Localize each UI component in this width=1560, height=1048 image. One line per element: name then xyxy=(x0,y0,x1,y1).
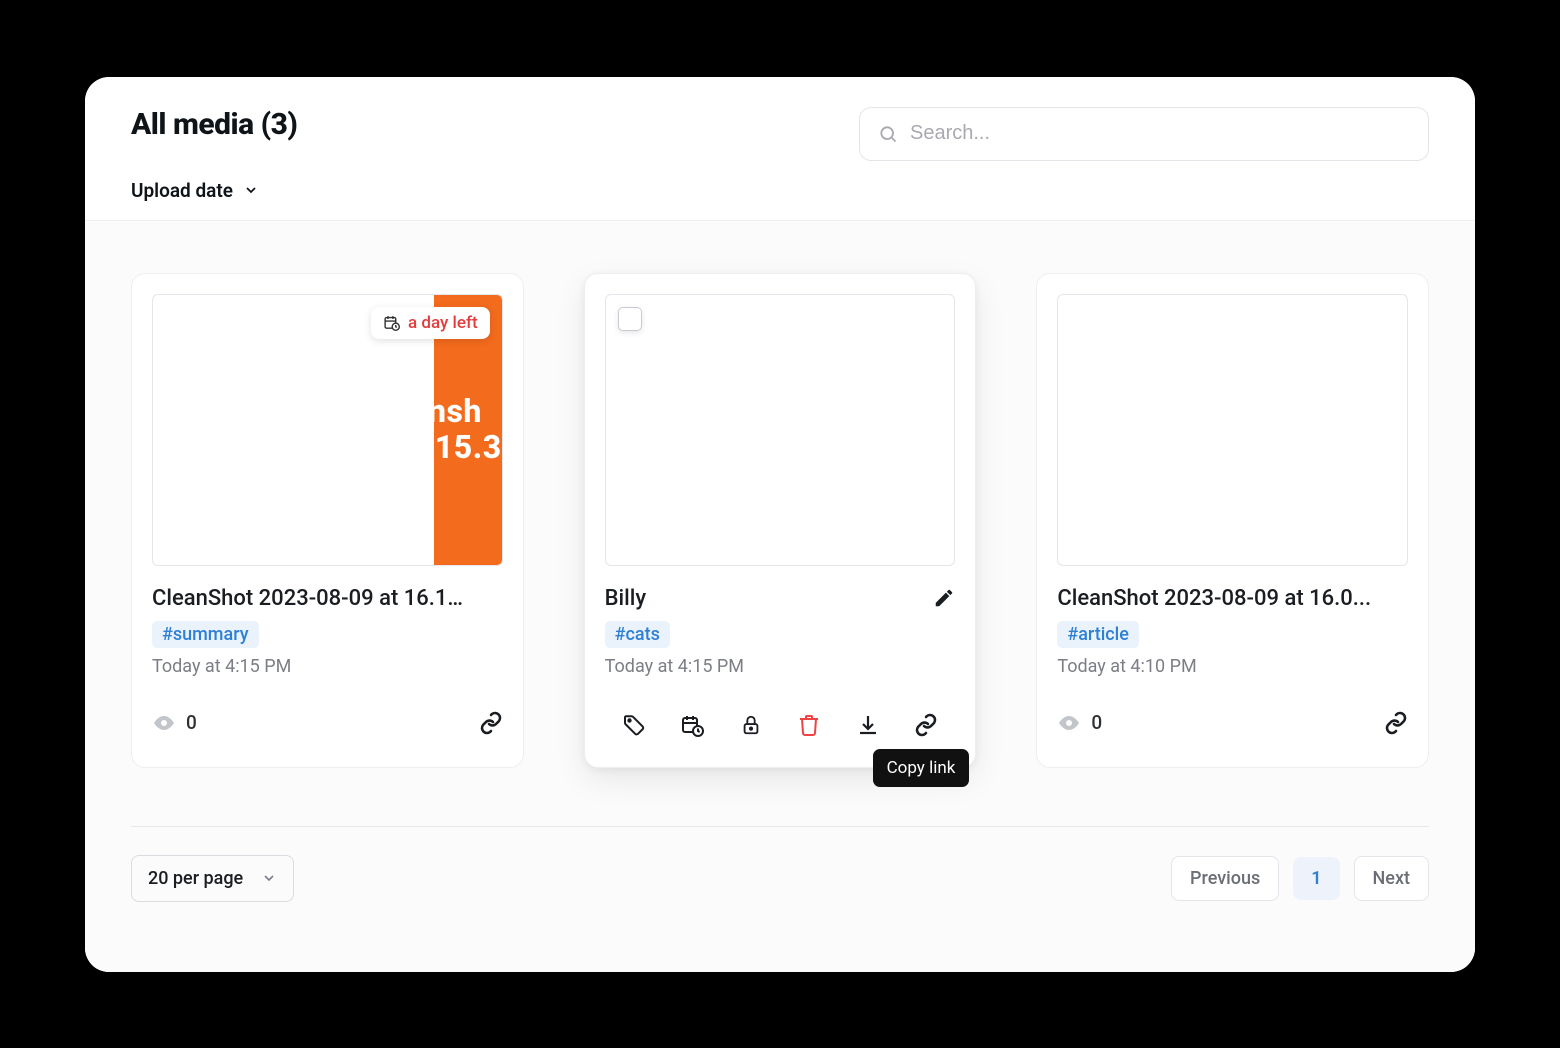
thumbnail[interactable] xyxy=(605,294,956,566)
sort-label: Upload date xyxy=(131,179,233,202)
expiry-badge: a day left xyxy=(371,307,490,339)
page-title: All media (3) xyxy=(131,107,297,142)
lock-button[interactable] xyxy=(731,705,771,745)
search-input[interactable] xyxy=(910,122,1410,145)
select-checkbox[interactable] xyxy=(618,307,642,331)
search-icon xyxy=(878,124,898,144)
pagination: Previous 1 Next xyxy=(1171,856,1429,901)
download-button[interactable] xyxy=(848,705,888,745)
tag[interactable]: #summary xyxy=(152,621,259,648)
chevron-down-icon xyxy=(243,182,259,198)
action-toolbar: Copy link xyxy=(605,705,956,745)
pagination-bar: 20 per page Previous 1 Next xyxy=(131,855,1429,902)
card-title: Billy xyxy=(605,586,647,611)
upload-date: Today at 4:15 PM xyxy=(605,656,956,677)
chevron-down-icon xyxy=(261,870,277,886)
per-page-dropdown[interactable]: 20 per page xyxy=(131,855,294,902)
thumbnail[interactable]: ensh …15.3 a day left xyxy=(152,294,503,566)
thumbnail[interactable] xyxy=(1057,294,1408,566)
app-window: All media (3) Upload date ensh …15.3 xyxy=(85,77,1475,972)
search-box[interactable] xyxy=(859,107,1429,161)
expiry-button[interactable] xyxy=(672,705,712,745)
next-button[interactable]: Next xyxy=(1354,856,1429,901)
tag[interactable]: #article xyxy=(1057,621,1139,648)
previous-button[interactable]: Previous xyxy=(1171,856,1279,901)
copy-link-button[interactable] xyxy=(1384,711,1408,735)
card-title: CleanShot 2023-08-09 at 16.0... xyxy=(1057,586,1371,611)
card-title: CleanShot 2023-08-09 at 16.15.... xyxy=(152,586,472,611)
media-card[interactable]: Billy #cats Today at 4:15 PM xyxy=(584,273,977,768)
upload-date: Today at 4:10 PM xyxy=(1057,656,1408,677)
header: All media (3) Upload date xyxy=(85,77,1475,221)
card-grid: ensh …15.3 a day left CleanShot 2023-08-… xyxy=(131,273,1429,768)
expiry-text: a day left xyxy=(408,313,478,333)
view-count: 0 xyxy=(1057,711,1102,735)
page-number-current[interactable]: 1 xyxy=(1293,857,1339,900)
media-card[interactable]: CleanShot 2023-08-09 at 16.0... #article… xyxy=(1036,273,1429,768)
calendar-clock-icon xyxy=(383,314,400,331)
edit-button[interactable] xyxy=(933,587,955,609)
delete-button[interactable] xyxy=(789,705,829,745)
upload-date: Today at 4:15 PM xyxy=(152,656,503,677)
copy-link-button[interactable] xyxy=(906,705,946,745)
view-count: 0 xyxy=(152,711,197,735)
eye-icon xyxy=(152,711,176,735)
copy-link-button[interactable] xyxy=(479,711,503,735)
tooltip: Copy link xyxy=(873,749,970,787)
eye-icon xyxy=(1057,711,1081,735)
divider xyxy=(131,826,1429,827)
sort-dropdown[interactable]: Upload date xyxy=(131,179,1429,202)
tag-button[interactable] xyxy=(614,705,654,745)
media-card[interactable]: ensh …15.3 a day left CleanShot 2023-08-… xyxy=(131,273,524,768)
content-area: ensh …15.3 a day left CleanShot 2023-08-… xyxy=(85,221,1475,972)
tag[interactable]: #cats xyxy=(605,621,670,648)
